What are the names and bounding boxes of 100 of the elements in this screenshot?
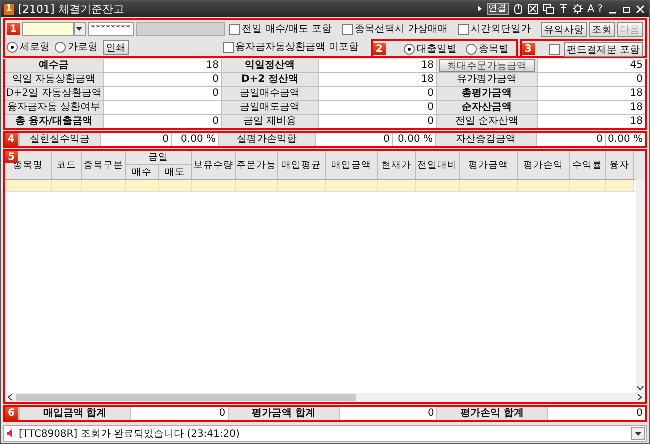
maximize-icon[interactable] bbox=[622, 4, 631, 14]
horizontal-scrollbar[interactable] bbox=[5, 393, 645, 402]
radio-label[interactable]: 세로형 bbox=[20, 40, 50, 54]
checkbox-label[interactable]: 종목선택시 가상매매 bbox=[354, 22, 448, 36]
total-label: 평가손익 합계 bbox=[437, 407, 548, 420]
checkbox[interactable] bbox=[458, 24, 469, 34]
value-cell: 0 bbox=[537, 133, 605, 146]
column-header[interactable]: 평가금액 bbox=[460, 151, 518, 179]
chevron-right-icon[interactable] bbox=[637, 394, 642, 401]
link-button[interactable]: 연결 bbox=[486, 3, 509, 15]
status-message: [TTC8908R] 조회가 완료되었습니다 (23:41:20) bbox=[19, 428, 240, 440]
help-text[interactable]: A ? bbox=[588, 4, 603, 14]
column-header[interactable]: 코드 bbox=[52, 151, 82, 179]
total-label: 평가금액 합계 bbox=[228, 407, 339, 420]
table-cell[interactable] bbox=[518, 180, 570, 191]
action-button[interactable]: 유의사항 bbox=[541, 22, 587, 36]
table-cell[interactable] bbox=[52, 180, 82, 191]
windows-icon[interactable] bbox=[542, 4, 554, 14]
column-header[interactable]: 종목구분 bbox=[82, 151, 126, 179]
fund-toggle-button[interactable]: 펀드결제분 포함 bbox=[564, 42, 643, 56]
table-cell[interactable] bbox=[326, 180, 378, 191]
column-header[interactable]: 매입평균 bbox=[278, 151, 326, 179]
value-cell: 0 bbox=[316, 133, 392, 146]
pin-icon[interactable] bbox=[558, 4, 568, 14]
percent-cell: 0.00 % bbox=[606, 133, 645, 146]
radio-button[interactable] bbox=[404, 44, 415, 54]
print-button[interactable]: 인쇄 bbox=[103, 40, 129, 54]
row-label: D+2일 자동상환금액 bbox=[5, 87, 103, 100]
checkbox-label[interactable]: 융자금자동상환금액 미포함 bbox=[236, 40, 359, 54]
value-cell: 18 bbox=[104, 59, 221, 72]
radio-button[interactable] bbox=[55, 42, 66, 52]
window-number: 1 bbox=[4, 4, 14, 14]
table-cell[interactable] bbox=[192, 180, 236, 191]
window-title: [2101] 체결기준잔고 bbox=[18, 2, 124, 16]
gear-icon[interactable] bbox=[572, 4, 583, 14]
total-value: 0 bbox=[548, 407, 645, 420]
scroll-thumb[interactable] bbox=[16, 394, 356, 401]
radio-label[interactable]: 가로형 bbox=[68, 40, 98, 54]
table-cell[interactable] bbox=[159, 180, 192, 191]
column-header[interactable]: 현재가 bbox=[378, 151, 416, 179]
checkbox-label[interactable]: 전일 매수/매도 포함 bbox=[242, 22, 332, 36]
dropdown-button[interactable] bbox=[631, 427, 645, 440]
section-badge: 1 bbox=[7, 23, 20, 35]
column-header[interactable]: 매입금액 bbox=[326, 151, 378, 179]
value-cell: 18 bbox=[538, 101, 645, 114]
column-header[interactable]: 융자 bbox=[606, 151, 634, 179]
table-cell[interactable] bbox=[606, 180, 634, 191]
action-button[interactable]: 조회 bbox=[589, 22, 615, 36]
column-header[interactable]: 매수 bbox=[126, 165, 159, 179]
column-header[interactable]: 평가손익 bbox=[518, 151, 570, 179]
section-badge: 2 bbox=[372, 43, 386, 55]
checkbox-label[interactable]: 시간외단일가 bbox=[471, 22, 531, 36]
column-header[interactable]: 수익률 bbox=[570, 151, 606, 179]
radio-button[interactable] bbox=[7, 42, 18, 52]
row-label: 실평가손익합 bbox=[219, 133, 315, 146]
close-icon[interactable] bbox=[636, 4, 645, 14]
table-cell[interactable] bbox=[278, 180, 326, 191]
radio-button[interactable] bbox=[466, 44, 477, 54]
checkbox[interactable] bbox=[222, 42, 234, 52]
row-label: 전일 순자산액 bbox=[437, 115, 537, 128]
value-cell: 0 bbox=[538, 73, 645, 86]
column-header[interactable]: 보유수량 bbox=[192, 151, 236, 179]
max-order-button[interactable]: 최대주문가능금액 bbox=[439, 59, 535, 72]
table-cell[interactable] bbox=[378, 180, 416, 191]
checkbox[interactable] bbox=[548, 44, 560, 54]
account-field[interactable] bbox=[22, 22, 74, 36]
chevron-down-icon[interactable] bbox=[637, 386, 644, 391]
password-field[interactable]: ******** bbox=[88, 22, 134, 36]
dropdown-button[interactable] bbox=[74, 22, 86, 36]
vertical-scrollbar[interactable] bbox=[636, 179, 645, 393]
row-label: 총 융자/대출금액 bbox=[5, 115, 103, 128]
table-cell[interactable] bbox=[416, 180, 460, 191]
table-cell[interactable] bbox=[460, 180, 518, 191]
row-label: 순자산금액 bbox=[437, 101, 537, 114]
caret-icon bbox=[76, 27, 84, 31]
chevron-left-icon[interactable] bbox=[8, 394, 13, 401]
column-header[interactable]: 매도 bbox=[159, 165, 192, 179]
radio-label[interactable]: 대출일별 bbox=[416, 42, 457, 56]
value-cell: 18 bbox=[319, 73, 436, 86]
row-label: 금일매수금액 bbox=[222, 87, 318, 100]
value-cell: 0 bbox=[104, 87, 221, 100]
radio-label[interactable]: 종목별 bbox=[478, 42, 509, 56]
table-cell[interactable] bbox=[126, 180, 159, 191]
table-cell[interactable] bbox=[236, 180, 278, 191]
box-icon[interactable] bbox=[528, 4, 538, 14]
row-label: 총평가금액 bbox=[437, 87, 537, 100]
row-label: 금일매도금액 bbox=[222, 101, 318, 114]
column-header[interactable]: 전일대비 bbox=[416, 151, 460, 179]
value-cell: 0 bbox=[104, 115, 221, 128]
table-cell[interactable] bbox=[570, 180, 606, 191]
table-cell[interactable] bbox=[5, 180, 52, 191]
checkbox[interactable] bbox=[229, 24, 240, 34]
value-cell: 0 bbox=[319, 87, 436, 100]
column-header[interactable]: 주문가능 bbox=[236, 151, 278, 179]
table-cell[interactable] bbox=[82, 180, 126, 191]
column-header[interactable]: 금일 bbox=[126, 151, 192, 165]
checkbox[interactable] bbox=[342, 24, 353, 34]
mouse-icon[interactable] bbox=[514, 4, 523, 14]
section-badge: 3 bbox=[522, 43, 535, 55]
speaker-icon bbox=[7, 429, 15, 438]
